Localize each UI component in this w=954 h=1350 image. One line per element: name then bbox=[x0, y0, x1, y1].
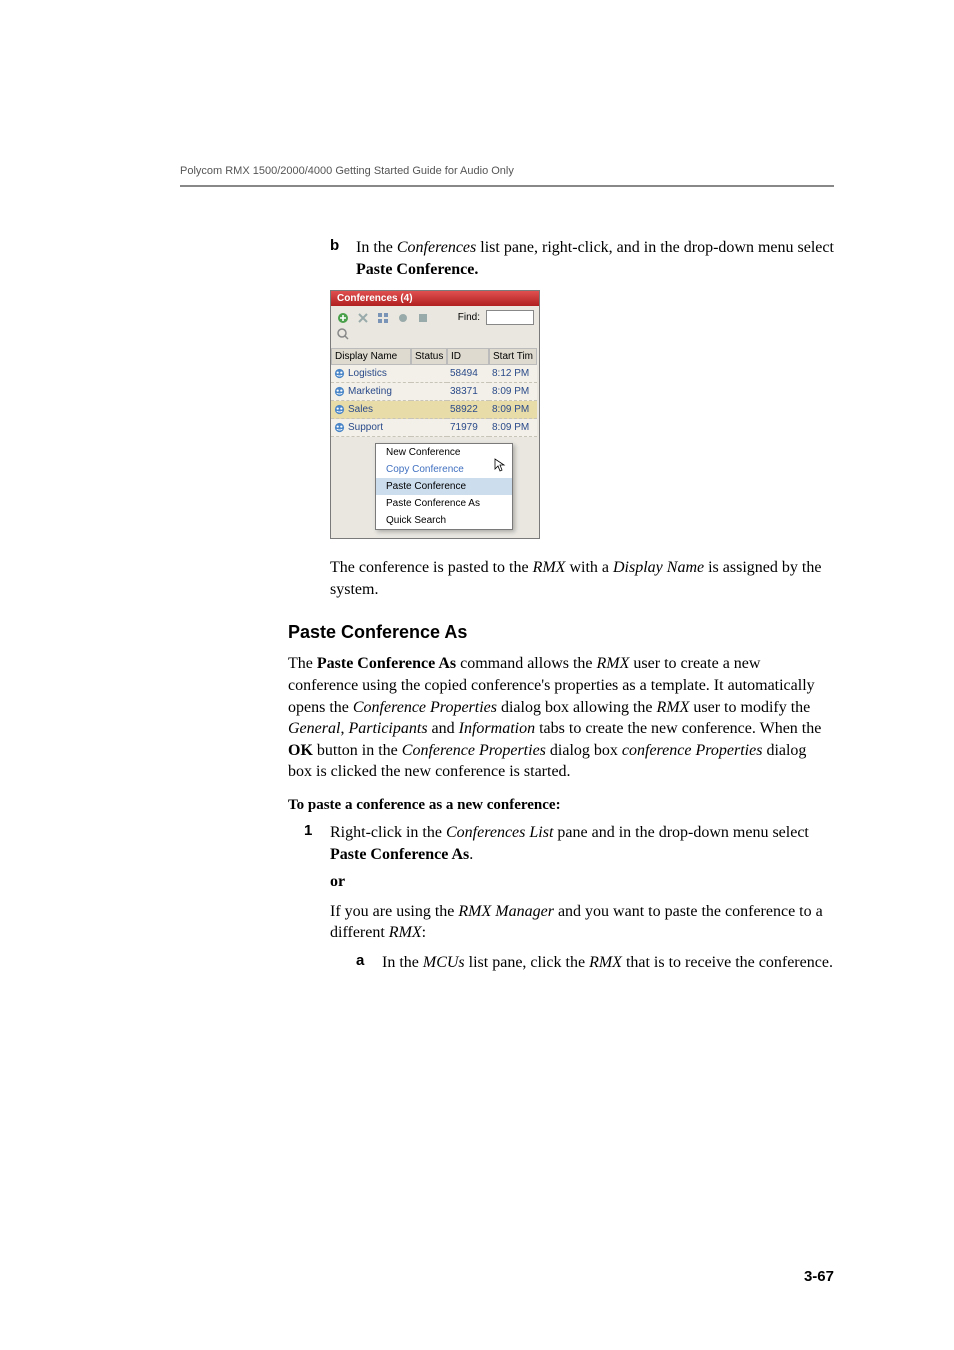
col-display-name[interactable]: Display Name bbox=[331, 348, 411, 365]
page-number: 3-67 bbox=[804, 1268, 834, 1285]
text: Conference Properties bbox=[402, 742, 546, 759]
text: Paste Conference As bbox=[317, 655, 456, 672]
conf-name: Sales bbox=[348, 404, 373, 415]
col-id[interactable]: ID bbox=[447, 348, 489, 365]
text: conference Properties bbox=[622, 742, 763, 759]
text: list pane, right-click, and in the drop-… bbox=[476, 239, 834, 256]
after-shot-paragraph: The conference is pasted to the RMX with… bbox=[330, 557, 834, 600]
step-number-1: 1 bbox=[304, 822, 330, 865]
conf-id: 38371 bbox=[447, 383, 489, 401]
step-b-text: In the Conferences list pane, right-clic… bbox=[356, 237, 834, 280]
text: The conference is pasted to the bbox=[330, 559, 533, 576]
text: Conferences List bbox=[446, 824, 553, 841]
text: list pane, click the bbox=[465, 954, 589, 971]
text: tabs to create the new conference. When … bbox=[535, 720, 821, 737]
new-conf-icon[interactable] bbox=[336, 311, 350, 325]
col-start-time[interactable]: Start Tim bbox=[489, 348, 537, 365]
conf-name: Marketing bbox=[348, 386, 392, 397]
text: that is to receive the conference. bbox=[622, 954, 833, 971]
table-row[interactable]: Support 71979 8:09 PM bbox=[331, 419, 539, 437]
conf-time: 8:09 PM bbox=[489, 419, 537, 437]
conf-id: 58494 bbox=[447, 365, 489, 383]
cursor-icon bbox=[494, 458, 506, 472]
running-header: Polycom RMX 1500/2000/4000 Getting Start… bbox=[180, 165, 834, 187]
text: pane and in the drop-down menu select bbox=[553, 824, 808, 841]
text: Conferences bbox=[397, 239, 476, 256]
text: RMX Manager bbox=[458, 903, 554, 920]
step-1: 1 Right-click in the Conferences List pa… bbox=[304, 822, 834, 865]
search-icon[interactable] bbox=[336, 327, 350, 341]
table-row[interactable]: Marketing 38371 8:09 PM bbox=[331, 383, 539, 401]
text: dialog box bbox=[546, 742, 622, 759]
pane-title: Conferences (4) bbox=[331, 291, 539, 306]
text: and bbox=[428, 720, 459, 737]
text: The bbox=[288, 655, 317, 672]
text: RMX bbox=[589, 954, 622, 971]
ctx-copy-conference[interactable]: Copy Conference bbox=[376, 461, 512, 478]
table-header: Display Name Status ID Start Tim bbox=[331, 348, 539, 365]
conf-name: Support bbox=[348, 422, 383, 433]
delete-icon[interactable] bbox=[356, 311, 370, 325]
col-status[interactable]: Status bbox=[411, 348, 447, 365]
conf-time: 8:12 PM bbox=[489, 365, 537, 383]
ctx-new-conference[interactable]: New Conference bbox=[376, 444, 512, 461]
step-letter-b: b bbox=[330, 237, 356, 280]
context-menu: New Conference Copy Conference Paste Con… bbox=[375, 443, 513, 530]
text: user to modify the bbox=[689, 699, 810, 716]
pane-toolbar: Find: bbox=[331, 306, 539, 327]
procedure-title: To paste a conference as a new conferenc… bbox=[288, 797, 834, 814]
text: . bbox=[469, 846, 473, 863]
text: command allows the bbox=[456, 655, 596, 672]
conf-time: 8:09 PM bbox=[489, 401, 537, 419]
text: If you are using the bbox=[330, 903, 458, 920]
if-using-rmx-manager: If you are using the RMX Manager and you… bbox=[330, 901, 834, 944]
text: Information bbox=[459, 720, 535, 737]
conf-time: 8:09 PM bbox=[489, 383, 537, 401]
layout-icon[interactable] bbox=[376, 311, 390, 325]
or-label: or bbox=[330, 871, 834, 893]
text: OK bbox=[288, 742, 313, 759]
record-icon[interactable] bbox=[396, 311, 410, 325]
text: Paste Conference. bbox=[356, 261, 478, 278]
text: with a bbox=[565, 559, 613, 576]
step-b: b In the Conferences list pane, right-cl… bbox=[330, 237, 834, 280]
text: RMX bbox=[533, 559, 566, 576]
text: button in the bbox=[313, 742, 402, 759]
text: dialog box allowing the bbox=[497, 699, 657, 716]
conf-id: 58922 bbox=[447, 401, 489, 419]
text: Paste Conference As bbox=[330, 846, 469, 863]
text: Display Name bbox=[613, 559, 704, 576]
text: RMX bbox=[389, 924, 422, 941]
text: MCUs bbox=[423, 954, 465, 971]
step-a: a In the MCUs list pane, click the RMX t… bbox=[356, 952, 834, 974]
conf-id: 71979 bbox=[447, 419, 489, 437]
table-row[interactable]: Logistics 58494 8:12 PM bbox=[331, 365, 539, 383]
text: RMX bbox=[597, 655, 630, 672]
stop-icon[interactable] bbox=[416, 311, 430, 325]
conferences-pane-screenshot: Conferences (4) Find: bbox=[330, 290, 540, 539]
text: Participants bbox=[348, 720, 427, 737]
text: In the bbox=[356, 239, 397, 256]
text: RMX bbox=[657, 699, 690, 716]
step-1-text: Right-click in the Conferences List pane… bbox=[330, 822, 834, 865]
ctx-paste-conference[interactable]: Paste Conference bbox=[376, 478, 512, 495]
step-letter-a: a bbox=[356, 952, 382, 974]
description-paragraph: The Paste Conference As command allows t… bbox=[288, 653, 834, 783]
text: In the bbox=[382, 954, 423, 971]
find-input[interactable] bbox=[486, 310, 534, 325]
text: : bbox=[422, 924, 426, 941]
step-a-text: In the MCUs list pane, click the RMX tha… bbox=[382, 952, 834, 974]
find-label: Find: bbox=[458, 312, 480, 323]
section-title-paste-conference-as: Paste Conference As bbox=[288, 622, 834, 643]
ctx-quick-search[interactable]: Quick Search bbox=[376, 512, 512, 529]
table-row[interactable]: Sales 58922 8:09 PM bbox=[331, 401, 539, 419]
text: General bbox=[288, 720, 340, 737]
text: Right-click in the bbox=[330, 824, 446, 841]
text: Conference Properties bbox=[353, 699, 497, 716]
conf-name: Logistics bbox=[348, 368, 387, 379]
ctx-paste-conference-as[interactable]: Paste Conference As bbox=[376, 495, 512, 512]
